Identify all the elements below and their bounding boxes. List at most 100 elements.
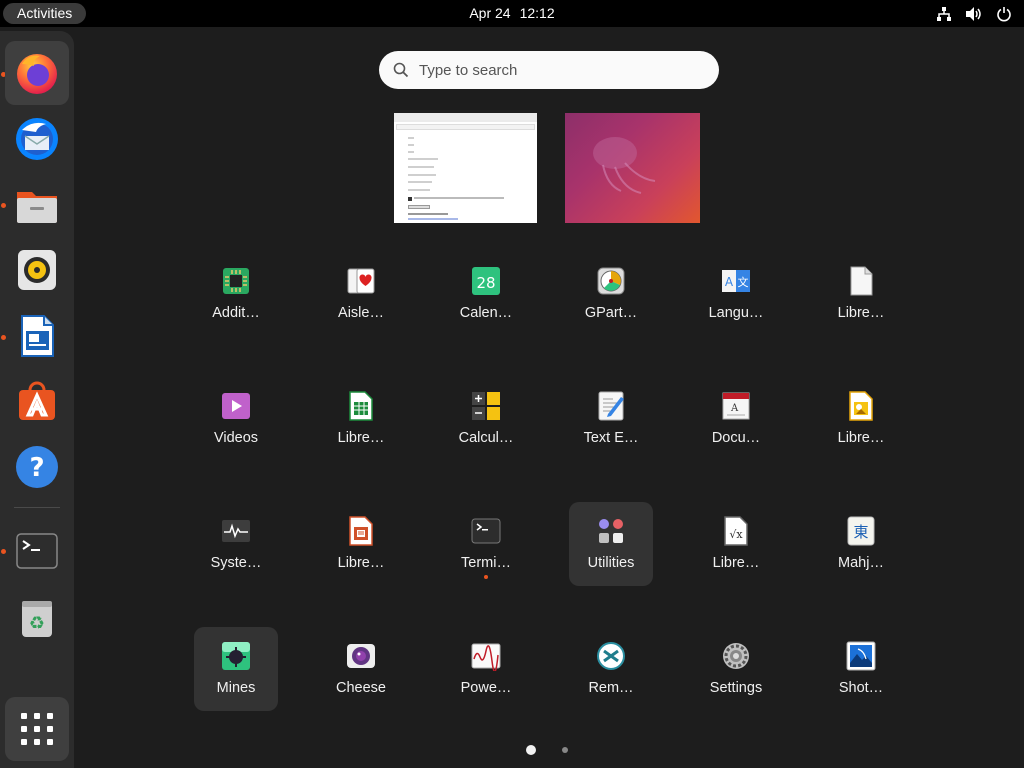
app-label: Calcul…: [458, 430, 514, 446]
text-editor-icon: [598, 391, 624, 421]
libreoffice-draw-icon: [849, 391, 873, 421]
trash-icon: ♻: [22, 601, 52, 637]
aisleriot-cards-icon: [347, 268, 375, 294]
app-language-support[interactable]: A文 Langu…: [694, 252, 778, 336]
app-aisleriot[interactable]: Aisle…: [319, 252, 403, 336]
app-label: Utilities: [587, 555, 635, 571]
page-indicator: [526, 745, 568, 755]
app-label: Libre…: [837, 305, 885, 321]
workspace-thumbnail-1[interactable]: [394, 113, 537, 223]
app-text-editor[interactable]: Text E…: [569, 377, 653, 461]
svg-text:√x: √x: [729, 528, 743, 541]
app-label: Settings: [709, 680, 763, 696]
app-label: Calen…: [459, 305, 513, 321]
volume-icon[interactable]: [965, 6, 983, 22]
app-label: Powe…: [460, 680, 512, 696]
jellyfish-wallpaper-image: [593, 137, 656, 194]
videos-icon: [222, 393, 250, 419]
app-label: Termi…: [461, 555, 511, 571]
app-mines[interactable]: Mines: [194, 627, 278, 711]
app-label: Libre…: [337, 430, 385, 446]
page-dot-current[interactable]: [526, 745, 536, 755]
network-icon[interactable]: [936, 6, 952, 22]
svg-text:A: A: [730, 403, 739, 414]
svg-text:28: 28: [476, 274, 495, 292]
power-icon[interactable]: [996, 6, 1012, 22]
libreoffice-impress-icon: [349, 516, 373, 546]
dock-libreoffice-writer[interactable]: [5, 304, 69, 368]
app-calculator[interactable]: Calcul…: [444, 377, 528, 461]
dock-help[interactable]: ?: [5, 435, 69, 499]
dock-rhythmbox[interactable]: [5, 238, 69, 302]
running-indicator: [484, 575, 488, 579]
app-label: Docu…: [711, 430, 761, 446]
app-libreoffice[interactable]: Libre…: [819, 252, 903, 336]
app-label: Libre…: [712, 555, 760, 571]
system-tray[interactable]: [936, 0, 1012, 27]
dock-thunderbird[interactable]: [5, 107, 69, 171]
app-settings[interactable]: Settings: [694, 627, 778, 711]
mahjongg-icon: 東: [847, 516, 875, 546]
remmina-icon: [597, 642, 625, 670]
additional-drivers-icon: [223, 268, 249, 294]
app-libreoffice-math[interactable]: √x Libre…: [694, 502, 778, 586]
app-shotwell[interactable]: Shot…: [819, 627, 903, 711]
app-label: Cheese: [336, 680, 386, 696]
clock[interactable]: Apr 24 12:12: [0, 0, 1024, 27]
app-utilities-folder[interactable]: Utilities: [569, 502, 653, 586]
app-libreoffice-calc[interactable]: Libre…: [319, 377, 403, 461]
app-document-viewer[interactable]: A Docu…: [694, 377, 778, 461]
workspace-thumbnail-2[interactable]: [565, 113, 700, 223]
clock-time[interactable]: 12:12: [520, 5, 555, 21]
activities-button[interactable]: Activities: [3, 3, 87, 24]
firefox-icon: [17, 54, 57, 94]
utilities-folder-icon: [599, 519, 623, 543]
libreoffice-icon: [850, 266, 873, 296]
app-label: Libre…: [837, 430, 885, 446]
terminal-icon: [16, 533, 58, 569]
app-libreoffice-impress[interactable]: Libre…: [319, 502, 403, 586]
show-applications-button[interactable]: [5, 697, 69, 761]
gparted-icon: [597, 267, 625, 295]
app-remmina[interactable]: Rem…: [569, 627, 653, 711]
libreoffice-writer-icon: [21, 315, 54, 357]
app-label: Langu…: [708, 305, 764, 321]
dock-trash[interactable]: ♻: [5, 586, 69, 650]
app-gparted[interactable]: GPart…: [569, 252, 653, 336]
dock-ubuntu-software[interactable]: [5, 369, 69, 433]
app-system-monitor[interactable]: Syste…: [194, 502, 278, 586]
dock-separator: [14, 507, 60, 508]
app-videos[interactable]: Videos: [194, 377, 278, 461]
settings-gear-icon: [723, 643, 749, 669]
app-cheese[interactable]: Cheese: [319, 627, 403, 711]
app-grid: Addit… Aisle… 28 Calen… GPart… A文 Langu……: [173, 252, 925, 752]
app-label: Libre…: [337, 555, 385, 571]
page-dot[interactable]: [562, 747, 568, 753]
app-additional-drivers[interactable]: Addit…: [194, 252, 278, 336]
app-terminal[interactable]: Termi…: [444, 502, 528, 586]
folder-icon: [17, 192, 57, 223]
dock-files[interactable]: [5, 173, 69, 237]
app-mahjongg[interactable]: 東 Mahj…: [819, 502, 903, 586]
app-label: GPart…: [584, 305, 638, 321]
app-libreoffice-draw[interactable]: Libre…: [819, 377, 903, 461]
svg-text:東: 東: [853, 523, 868, 541]
app-label: Mahj…: [838, 555, 884, 571]
svg-text:?: ?: [29, 453, 44, 483]
search-bar[interactable]: [379, 51, 719, 89]
system-monitor-icon: [222, 520, 250, 542]
app-calendar[interactable]: 28 Calen…: [444, 252, 528, 336]
app-label: Shot…: [838, 680, 884, 696]
dock-firefox[interactable]: [5, 41, 69, 105]
thunderbird-icon: [16, 118, 58, 160]
clock-date[interactable]: Apr 24: [469, 5, 510, 21]
calculator-icon: [472, 392, 500, 420]
app-label: Addit…: [212, 305, 260, 321]
language-support-icon: A文: [722, 270, 750, 292]
search-input[interactable]: [419, 61, 689, 79]
app-power-statistics[interactable]: Powe…: [444, 627, 528, 711]
app-label: Aisle…: [338, 305, 384, 321]
libreoffice-math-icon: √x: [724, 516, 748, 546]
dock-terminal[interactable]: [5, 519, 69, 583]
search-icon: [393, 62, 409, 78]
